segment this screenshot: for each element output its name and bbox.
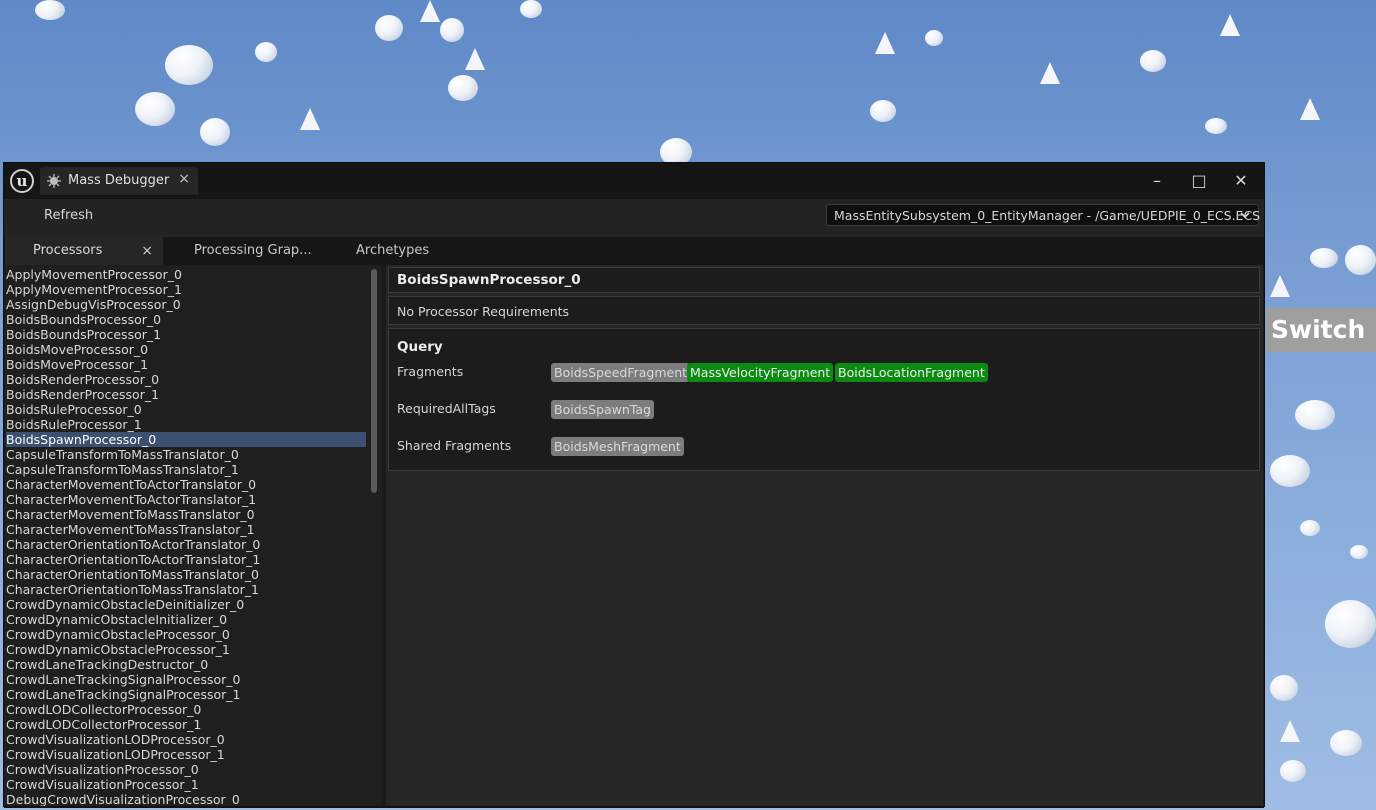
list-item[interactable]: CrowdLaneTrackingSignalProcessor_1 — [6, 687, 366, 702]
query-title: Query — [397, 339, 443, 355]
mass-debugger-window: u Mass Debugger × – □ ✕ Refresh MassEnti… — [3, 162, 1265, 808]
fragments-label: Fragments — [397, 364, 464, 379]
toolbar: Refresh MassEntitySubsystem_0_EntityMana… — [4, 199, 1264, 237]
list-item[interactable]: BoidsBoundsProcessor_0 — [6, 312, 366, 327]
list-item[interactable]: ApplyMovementProcessor_1 — [6, 282, 366, 297]
query-section: Query Fragments RequiredAllTags Shared F… — [388, 328, 1260, 471]
requirements-text: No Processor Requirements — [397, 304, 570, 319]
title-bar: u Mass Debugger × – □ ✕ — [4, 163, 1264, 199]
fragment-pill: BoidsLocationFragment — [835, 363, 988, 382]
list-item[interactable]: CrowdVisualizationProcessor_1 — [6, 777, 366, 792]
list-item[interactable]: CrowdDynamicObstacleProcessor_0 — [6, 627, 366, 642]
entity-manager-dropdown[interactable]: MassEntitySubsystem_0_EntityManager - /G… — [826, 204, 1261, 226]
list-item[interactable]: CapsuleTransformToMassTranslator_0 — [6, 447, 366, 462]
tab-processors[interactable]: Processors × — [5, 237, 163, 265]
debugger-icon — [47, 174, 61, 188]
list-item[interactable]: CharacterMovementToActorTranslator_1 — [6, 492, 366, 507]
list-item[interactable]: CrowdDynamicObstacleInitializer_0 — [6, 612, 366, 627]
list-item[interactable]: BoidsBoundsProcessor_1 — [6, 327, 366, 342]
list-item[interactable]: BoidsRenderProcessor_1 — [6, 387, 366, 402]
minimize-button[interactable]: – — [1142, 169, 1172, 193]
fragment-pill: MassVelocityFragment — [687, 363, 834, 382]
window-tab-label: Mass Debugger — [68, 173, 170, 188]
entity-manager-value: MassEntitySubsystem_0_EntityManager - /G… — [834, 208, 1261, 223]
switch-button[interactable]: Switch — [1266, 308, 1376, 352]
list-item[interactable]: CharacterOrientationToActorTranslator_1 — [6, 552, 366, 567]
list-item[interactable]: CharacterOrientationToActorTranslator_0 — [6, 537, 366, 552]
list-item[interactable]: CrowdVisualizationProcessor_0 — [6, 762, 366, 777]
fragment-pill: BoidsSpawnTag — [551, 400, 654, 419]
list-item[interactable]: CharacterMovementToMassTranslator_0 — [6, 507, 366, 522]
list-item[interactable]: CrowdDynamicObstacleDeinitializer_0 — [6, 597, 366, 612]
list-item[interactable]: BoidsRuleProcessor_1 — [6, 417, 366, 432]
list-item[interactable]: CrowdLODCollectorProcessor_1 — [6, 717, 366, 732]
close-icon[interactable]: × — [141, 237, 153, 265]
list-item[interactable]: CharacterMovementToMassTranslator_1 — [6, 522, 366, 537]
list-item[interactable]: ApplyMovementProcessor_0 — [6, 267, 366, 282]
list-item[interactable]: CrowdVisualizationLODProcessor_1 — [6, 747, 366, 762]
window-bottom-edge — [4, 806, 1264, 808]
tab-processing-graph[interactable]: Processing Grap... — [194, 237, 324, 265]
list-item[interactable]: AssignDebugVisProcessor_0 — [6, 297, 366, 312]
list-scrollbar[interactable] — [371, 269, 377, 493]
chevron-down-icon — [1240, 212, 1250, 219]
processor-list: ApplyMovementProcessor_0 ApplyMovementPro… — [4, 265, 382, 806]
view-tabs: Processors × Processing Grap... Archetyp… — [4, 237, 1264, 265]
tab-archetypes[interactable]: Archetypes — [356, 237, 446, 265]
list-item[interactable]: DebugCrowdVisualizationProcessor_0 — [6, 792, 366, 806]
list-item[interactable]: CharacterOrientationToMassTranslator_1 — [6, 582, 366, 597]
list-item[interactable]: CharacterMovementToActorTranslator_0 — [6, 477, 366, 492]
list-item[interactable]: BoidsRenderProcessor_0 — [6, 372, 366, 387]
list-item[interactable]: BoidsMoveProcessor_1 — [6, 357, 366, 372]
close-tab-icon[interactable]: × — [178, 171, 190, 187]
maximize-button[interactable]: □ — [1184, 169, 1214, 193]
list-item[interactable]: CharacterOrientationToMassTranslator_0 — [6, 567, 366, 582]
tab-processors-label: Processors — [33, 243, 103, 258]
list-item[interactable]: CrowdLaneTrackingSignalProcessor_0 — [6, 672, 366, 687]
details-header: BoidsSpawnProcessor_0 — [388, 267, 1260, 293]
processor-details: BoidsSpawnProcessor_0 No Processor Requi… — [386, 265, 1263, 806]
details-title: BoidsSpawnProcessor_0 — [397, 272, 581, 288]
requirements-section: No Processor Requirements — [388, 296, 1260, 325]
refresh-button[interactable]: Refresh — [44, 208, 93, 223]
list-item[interactable]: CrowdLaneTrackingDestructor_0 — [6, 657, 366, 672]
list-item[interactable]: CrowdLODCollectorProcessor_0 — [6, 702, 366, 717]
close-window-button[interactable]: ✕ — [1226, 169, 1256, 193]
list-item[interactable]: CrowdDynamicObstacleProcessor_1 — [6, 642, 366, 657]
list-item[interactable]: CapsuleTransformToMassTranslator_1 — [6, 462, 366, 477]
unreal-logo-icon: u — [10, 169, 34, 193]
list-item[interactable]: BoidsSpawnProcessor_0 — [6, 432, 366, 447]
window-tab-mass-debugger[interactable]: Mass Debugger × — [40, 167, 198, 195]
shared-fragments-label: Shared Fragments — [397, 438, 512, 453]
list-item[interactable]: BoidsRuleProcessor_0 — [6, 402, 366, 417]
list-item[interactable]: BoidsMoveProcessor_0 — [6, 342, 366, 357]
list-item[interactable]: CrowdVisualizationLODProcessor_0 — [6, 732, 366, 747]
required-tags-label: RequiredAllTags — [397, 401, 496, 416]
fragment-pill: BoidsMeshFragment — [551, 437, 684, 456]
fragment-pill: BoidsSpeedFragment — [551, 363, 691, 382]
